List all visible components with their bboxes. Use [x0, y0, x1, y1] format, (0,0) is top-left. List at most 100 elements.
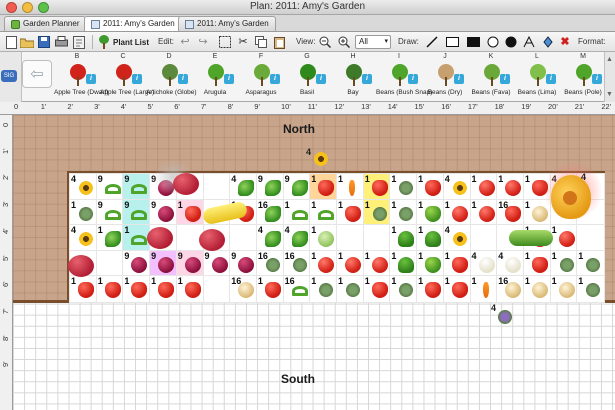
info-icon[interactable]: i: [592, 74, 602, 84]
garden-canvas[interactable]: North 4 49994991111141114199911161111111…: [13, 115, 615, 410]
tab-amys-garden[interactable]: 2011: Amy's Garden: [178, 16, 276, 31]
open-folder-icon[interactable]: [20, 35, 34, 49]
tab-garden-planner[interactable]: Garden Planner: [4, 16, 87, 31]
text-tool-icon[interactable]: [522, 35, 536, 49]
palette-item[interactable]: Ki Beans (Fava): [471, 52, 510, 102]
bed-cell[interactable]: 1: [576, 249, 605, 278]
bed-cell[interactable]: 1: [149, 275, 178, 303]
filled-ellipse-tool-icon[interactable]: [504, 35, 518, 49]
bed-cell[interactable]: 1: [576, 275, 605, 303]
palette-item[interactable]: Ii Beans (Bush Snap): [376, 52, 432, 102]
sig-badge[interactable]: SIG: [1, 70, 17, 82]
bed-cell[interactable]: 1: [416, 275, 445, 303]
raspberry-plant[interactable]: [68, 255, 94, 277]
bed-cell[interactable]: 1: [95, 224, 125, 252]
bed-cell[interactable]: 9: [149, 198, 178, 227]
bed-cell[interactable]: 1: [389, 173, 419, 201]
bed-cell[interactable]: 1: [336, 173, 365, 201]
palette-item[interactable]: Di Artichoke (Globe): [146, 52, 197, 102]
info-icon[interactable]: i: [132, 74, 142, 84]
bed-cell[interactable]: 1: [309, 249, 338, 278]
palette-item[interactable]: Bi Apple Tree (Dwarf): [54, 52, 109, 102]
bed-cell[interactable]: 9: [95, 173, 125, 201]
bed-cell[interactable]: 4: [282, 224, 312, 252]
bed-cell[interactable]: 1: [336, 249, 365, 278]
palette-item[interactable]: Ei Arugula: [196, 52, 234, 102]
bed-cell[interactable]: 1: [389, 275, 419, 303]
bed-cell[interactable]: 1: [416, 198, 445, 227]
bed-cell[interactable]: 1: [549, 249, 579, 278]
bed-cell[interactable]: [229, 224, 258, 252]
palette-item[interactable]: Li Beans (Lima): [518, 52, 557, 102]
bed-cell[interactable]: 1: [389, 249, 419, 278]
bed-cell[interactable]: [576, 224, 605, 252]
zucchini-plant[interactable]: [509, 230, 553, 246]
palette-item[interactable]: Mi Beans (Pole): [564, 52, 602, 102]
palette-item[interactable]: Ji Beans (Dry): [426, 52, 464, 102]
bed-cell[interactable]: 1: [255, 275, 285, 303]
bed-cell[interactable]: 1: [362, 275, 392, 303]
bed-cell[interactable]: 4: [442, 224, 472, 252]
bed-cell[interactable]: 9: [95, 198, 125, 227]
bed-cell[interactable]: 1: [442, 275, 472, 303]
cut-icon[interactable]: ✂: [236, 35, 250, 49]
bed-cell[interactable]: 1: [309, 173, 338, 201]
bed-cell[interactable]: 1: [549, 275, 579, 303]
bed-cell[interactable]: 16: [282, 275, 312, 303]
info-icon[interactable]: i: [86, 74, 96, 84]
bed-cell[interactable]: 1: [175, 275, 205, 303]
bed-cell[interactable]: 9: [282, 173, 312, 201]
bed-cell[interactable]: 9: [229, 249, 258, 278]
rectangle-tool-icon[interactable]: [445, 35, 459, 49]
bed-cell[interactable]: 16: [255, 249, 285, 278]
bed-cell[interactable]: 9: [149, 249, 178, 278]
bed-cell[interactable]: 4: [496, 249, 525, 278]
select-all-icon[interactable]: [218, 35, 232, 49]
raspberry-plant[interactable]: [199, 229, 225, 251]
raspberry-plant[interactable]: [173, 173, 199, 195]
tab-amys-garden-active[interactable]: 2011: Amy's Garden: [84, 16, 182, 31]
bed-cell[interactable]: 16: [255, 198, 285, 227]
redo-icon[interactable]: ↪: [196, 35, 210, 49]
raspberry-plant[interactable]: [147, 227, 173, 249]
bed-cell[interactable]: 9: [122, 173, 152, 201]
bed-cell[interactable]: 9: [122, 249, 152, 278]
bed-cell[interactable]: 1: [522, 275, 552, 303]
bed-cell[interactable]: 1: [522, 198, 552, 227]
bed-cell[interactable]: [469, 224, 499, 252]
bed-cell[interactable]: 1: [442, 198, 472, 227]
bed-cell[interactable]: 16: [282, 249, 312, 278]
bed-cell[interactable]: 1: [389, 198, 419, 227]
bed-cell[interactable]: 16: [229, 275, 258, 303]
copy-icon[interactable]: [254, 35, 268, 49]
bed-cell[interactable]: 1: [416, 173, 445, 201]
bed-cell[interactable]: [336, 224, 365, 252]
bed-cell[interactable]: [202, 173, 232, 201]
palette-item[interactable]: Ci Apple Tree (Large): [100, 52, 154, 102]
undo-icon[interactable]: ↩: [178, 35, 192, 49]
bed-cell[interactable]: 1: [309, 198, 338, 227]
palette-item[interactable]: Fi Asparagus: [242, 52, 280, 102]
north-flower-plant[interactable]: 4: [306, 147, 332, 171]
bed-cell[interactable]: 16: [496, 198, 525, 227]
bed-cell[interactable]: 1: [309, 224, 338, 252]
bed-cell[interactable]: 1: [122, 275, 152, 303]
new-document-icon[interactable]: [4, 35, 18, 49]
palette-back-arrow-icon[interactable]: ⇦: [22, 60, 52, 88]
bed-cell[interactable]: 1: [362, 198, 392, 227]
bed-cell[interactable]: 4: [69, 224, 98, 252]
info-icon[interactable]: i: [408, 74, 418, 84]
scroll-down-icon[interactable]: ▼: [606, 91, 613, 98]
bed-cell[interactable]: [362, 224, 392, 252]
paste-icon[interactable]: [272, 35, 286, 49]
palette-scrollbar[interactable]: ▲ ▼: [604, 52, 615, 102]
bed-cell[interactable]: 1: [522, 173, 552, 201]
bed-cell[interactable]: 1: [69, 275, 98, 303]
bed-cell[interactable]: [95, 249, 125, 278]
bed-cell[interactable]: 1: [389, 224, 419, 252]
bed-cell[interactable]: 1: [442, 249, 472, 278]
filled-rectangle-tool-icon[interactable]: [466, 35, 480, 49]
bed-cell[interactable]: 1: [496, 173, 525, 201]
bed-cell[interactable]: [202, 275, 232, 303]
bed-cell[interactable]: 1: [282, 198, 312, 227]
